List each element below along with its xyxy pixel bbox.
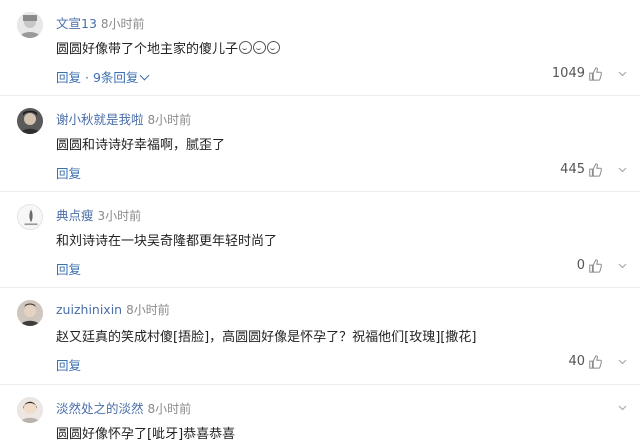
comment-text-body: 圆圆好像怀孕了[呲牙]恭喜恭喜 (56, 427, 236, 442)
reply-row: 回复 (56, 355, 81, 374)
like-button[interactable]: 40 (568, 354, 602, 369)
comment-text: 赵又廷真的笑成村傻[捂脸]，高圆圆好像是怀孕了？祝福他们[玫瑰][撒花] (56, 326, 476, 345)
reply-button[interactable]: 回复 (56, 262, 81, 277)
comment-text: 和刘诗诗在一块吴奇隆都更年轻时尚了 (56, 230, 277, 249)
username[interactable]: 谢小秋就是我啦 (56, 112, 144, 127)
chevron-down-icon[interactable] (618, 359, 627, 365)
comment-item: 文宣13 8小时前 圆圆好像带了个地主家的傻儿子 回复 · 9条回复 1049 (0, 0, 640, 96)
chevron-down-icon[interactable] (618, 405, 627, 411)
like-button[interactable]: 445 (560, 162, 602, 177)
comment-text-body: 圆圆好像带了个地主家的傻儿子 (56, 42, 239, 57)
comment-author[interactable]: 淡然处之的淡然 8小时前 (56, 398, 191, 417)
like-count: 0 (576, 258, 585, 273)
timestamp: 8小时前 (100, 17, 145, 31)
like-count: 40 (568, 354, 585, 369)
chevron-down-icon[interactable] (618, 71, 627, 77)
thumbs-up-icon[interactable] (588, 162, 602, 177)
thumbs-up-icon[interactable] (588, 354, 602, 369)
comment-author[interactable]: 文宣13 8小时前 (56, 13, 145, 32)
comment-text-body: 赵又廷真的笑成村傻[捂脸]，高圆圆好像是怀孕了？祝福他们[玫瑰][撒花] (56, 330, 477, 345)
comment-author[interactable]: 谢小秋就是我啦 8小时前 (56, 109, 191, 128)
reply-row: 回复 (56, 259, 81, 278)
like-button[interactable]: 0 (577, 258, 602, 273)
timestamp: 8小时前 (147, 402, 192, 416)
comment-text: 圆圆和诗诗好幸福啊，腻歪了 (56, 134, 225, 153)
comment-author[interactable]: zuizhinixin 8小时前 (56, 301, 170, 318)
avatar[interactable] (17, 397, 43, 423)
like-count: 1049 (551, 66, 585, 81)
comment-text: 圆圆好像带了个地主家的傻儿子 (56, 38, 281, 57)
like-count: 445 (560, 162, 585, 177)
avatar[interactable] (17, 300, 43, 326)
username[interactable]: 典点瘦 (56, 208, 94, 223)
emoji-icon (239, 41, 253, 54)
chevron-down-icon[interactable] (618, 167, 627, 173)
reply-button[interactable]: 回复 (56, 358, 81, 373)
comment-item: zuizhinixin 8小时前 赵又廷真的笑成村傻[捂脸]，高圆圆好像是怀孕了？… (0, 288, 640, 385)
comment-item: 谢小秋就是我啦 8小时前 圆圆和诗诗好幸福啊，腻歪了 回复 445 (0, 96, 640, 192)
avatar[interactable] (17, 204, 43, 230)
reply-button[interactable]: 回复 (56, 166, 81, 181)
chevron-down-icon[interactable] (618, 263, 627, 269)
reply-row: 回复 (56, 163, 81, 182)
like-button[interactable]: 1049 (552, 66, 602, 81)
timestamp: 3小时前 (97, 209, 142, 223)
thumbs-up-icon[interactable] (588, 66, 602, 81)
timestamp: 8小时前 (126, 303, 170, 317)
comment-text-body: 和刘诗诗在一块吴奇隆都更年轻时尚了 (56, 234, 278, 249)
username[interactable]: zuizhinixin (56, 302, 122, 317)
avatar[interactable] (17, 12, 43, 38)
emoji-icon (267, 41, 281, 54)
comment-item: 典点瘦 3小时前 和刘诗诗在一块吴奇隆都更年轻时尚了 回复 0 (0, 192, 640, 288)
comment-text-body: 圆圆和诗诗好幸福啊，腻歪了 (56, 138, 226, 153)
comment-text: 圆圆好像怀孕了[呲牙]恭喜恭喜 (56, 423, 235, 442)
comment-item: 淡然处之的淡然 8小时前 圆圆好像怀孕了[呲牙]恭喜恭喜 (0, 385, 640, 442)
username[interactable]: 淡然处之的淡然 (56, 401, 144, 416)
avatar[interactable] (17, 108, 43, 134)
comment-author[interactable]: 典点瘦 3小时前 (56, 205, 141, 224)
username[interactable]: 文宣13 (56, 16, 97, 31)
reply-button[interactable]: 回复 (56, 70, 81, 85)
reply-row: 回复 · 9条回复 (56, 67, 150, 86)
chevron-down-icon[interactable] (139, 70, 150, 81)
emoji-icon (253, 41, 267, 54)
timestamp: 8小时前 (147, 113, 192, 127)
view-replies-button[interactable]: 9条回复 (93, 70, 138, 85)
thumbs-up-icon[interactable] (588, 258, 602, 273)
